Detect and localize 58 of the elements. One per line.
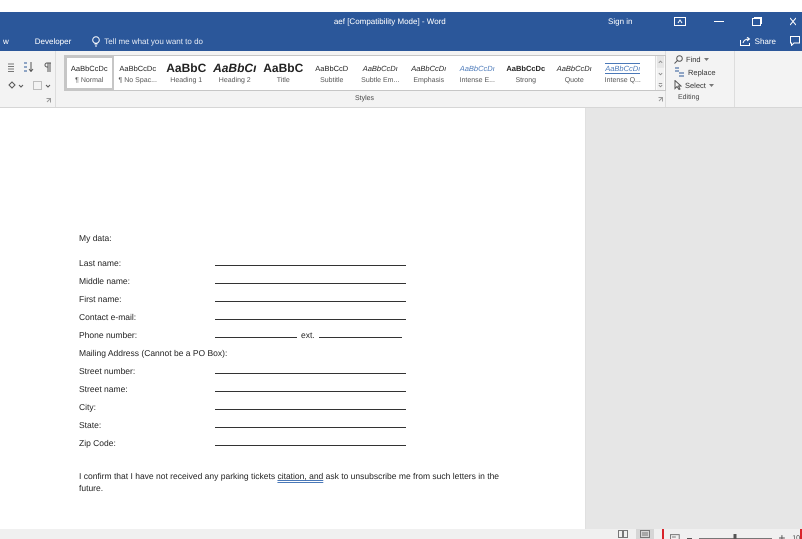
- pilcrow-icon[interactable]: [44, 62, 51, 72]
- zoom-in-icon[interactable]: [779, 535, 786, 539]
- replace-icon: [674, 67, 685, 77]
- close-icon[interactable]: [790, 17, 796, 26]
- fill-in-line[interactable]: [215, 318, 406, 320]
- field-label: First name:: [79, 294, 123, 304]
- tell-me-search[interactable]: Tell me what you want to do: [92, 36, 203, 46]
- field-label: Phone number:: [79, 330, 138, 340]
- field-label: Mailing Address (Cannot be a PO Box):: [79, 348, 228, 358]
- fill-in-line[interactable]: [215, 264, 406, 266]
- ribbon-tab[interactable]: Developer: [32, 36, 78, 46]
- field-label: Last name:: [79, 258, 122, 268]
- fill-in-line[interactable]: [318, 336, 402, 338]
- lightbulb-icon: [92, 36, 100, 46]
- fill-in-line[interactable]: [215, 372, 406, 374]
- borders-icon[interactable]: [33, 80, 51, 90]
- form-heading: My data:: [79, 233, 113, 245]
- more-styles-icon[interactable]: [656, 80, 665, 90]
- field-label: Contact e-mail:: [79, 312, 138, 322]
- cursor-icon: [674, 80, 682, 90]
- scroll-up-icon[interactable]: [656, 56, 665, 68]
- fill-in-line[interactable]: [215, 300, 406, 302]
- share-button[interactable]: Share: [740, 36, 776, 46]
- tell-me-text: Tell me what you want to do: [104, 36, 203, 46]
- field-label: Street name:: [79, 384, 129, 394]
- caret-icon: [704, 58, 709, 60]
- extension-label: ext.: [301, 330, 315, 340]
- field-label: City:: [79, 402, 97, 412]
- shading-icon[interactable]: [8, 80, 24, 90]
- ribbon-tab[interactable]: w: [0, 36, 16, 46]
- fill-in-line[interactable]: [215, 444, 406, 446]
- dialog-launcher-icon[interactable]: [46, 98, 51, 103]
- caret-icon: [708, 84, 714, 86]
- scroll-down-icon[interactable]: [656, 68, 665, 80]
- print-layout-button[interactable]: [636, 529, 654, 539]
- field-label: State:: [79, 420, 102, 430]
- comment-icon[interactable]: [790, 36, 800, 46]
- fill-in-line[interactable]: [215, 336, 297, 338]
- fill-in-line[interactable]: [215, 426, 406, 428]
- confirmation-paragraph: I confirm that I have not received any parking tickets citation, and ask to unsubscribe me from such letters in the future.: [79, 470, 500, 494]
- field-label: Street number:: [79, 366, 136, 376]
- share-icon: [740, 36, 751, 46]
- dialog-launcher-icon[interactable]: [658, 97, 663, 102]
- sort-icon[interactable]: [23, 62, 35, 72]
- window-title: aef [Compatibility Mode] - Word: [334, 17, 446, 26]
- align-icon[interactable]: [8, 62, 14, 72]
- fill-in-line[interactable]: [215, 282, 406, 284]
- field-label: Middle name:: [79, 276, 132, 286]
- fill-in-line[interactable]: [215, 390, 406, 392]
- restore-icon[interactable]: [752, 17, 762, 26]
- fill-in-line[interactable]: [215, 408, 406, 410]
- search-icon: [674, 54, 683, 64]
- field-label: Zip Code:: [79, 438, 117, 448]
- ribbon-display-icon[interactable]: [674, 17, 686, 26]
- read-mode-icon[interactable]: [618, 530, 628, 538]
- zoom-thumb[interactable]: [734, 534, 737, 539]
- minimize-icon[interactable]: [714, 20, 724, 22]
- sign-in-link[interactable]: Sign in: [608, 17, 632, 26]
